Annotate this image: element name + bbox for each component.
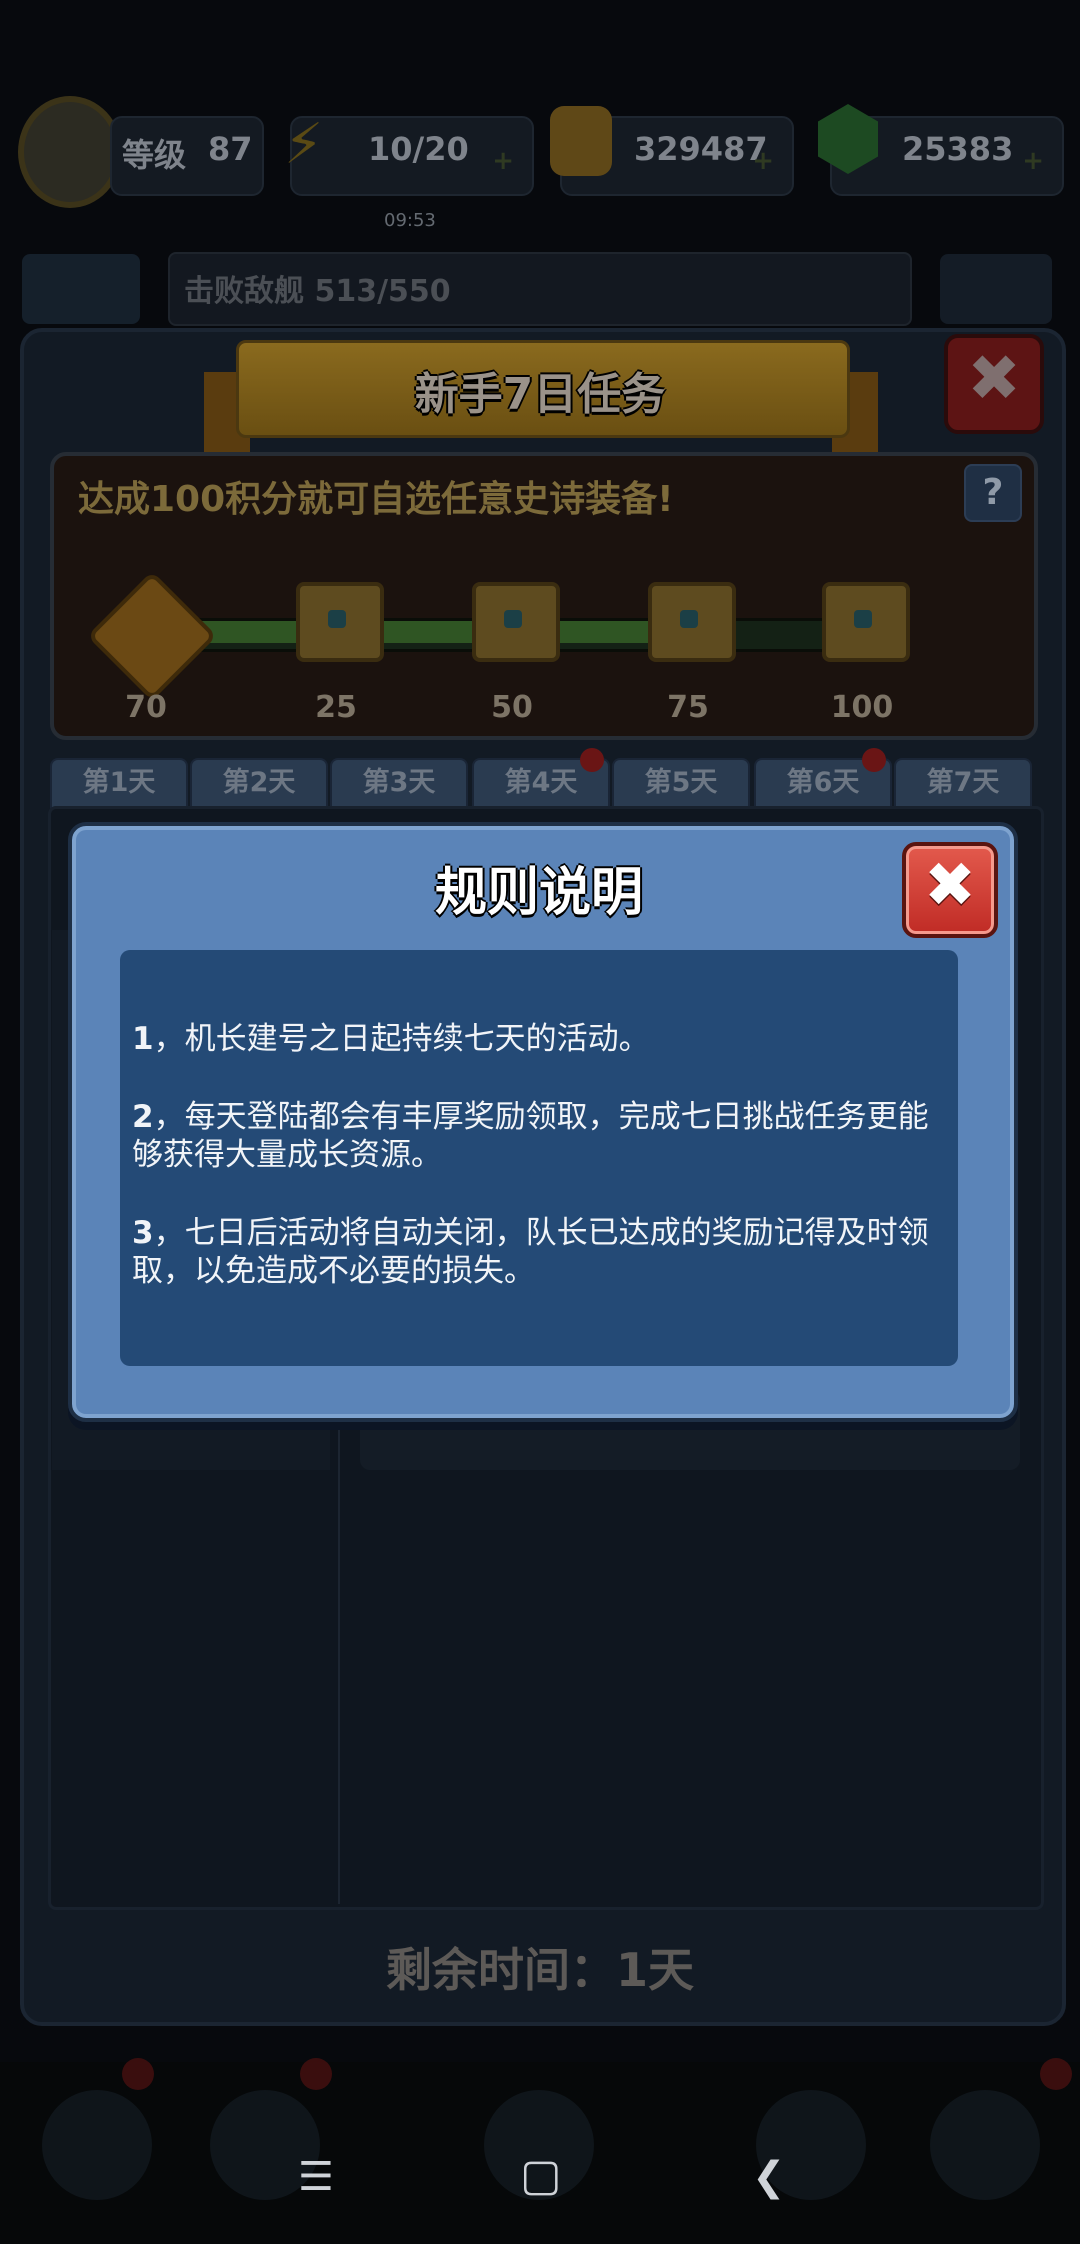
menu-nav-icon[interactable]: ☰ (298, 2154, 334, 2200)
rule-text: ，七日后活动将自动关闭，队长已达成的奖励记得及时领取，以免造成不必要的损失。 (132, 1215, 929, 1289)
rule-number: 2 (132, 1099, 154, 1135)
chest-icon[interactable] (472, 582, 560, 662)
milestone-label: 100 (830, 690, 894, 725)
progress-title: 达成100积分就可自选任意史诗装备! (78, 479, 674, 520)
dialog-title: 规则说明 (434, 863, 643, 923)
level-label: 等级 (122, 136, 187, 174)
tab-label: 第2天 (222, 767, 296, 798)
rule-number: 3 (132, 1215, 154, 1251)
rule-text: ，机长建号之日起持续七天的活动。 (153, 1021, 650, 1057)
panel-close-button[interactable]: ✖ (944, 334, 1044, 434)
tab-day-3[interactable]: 第3天 (330, 758, 468, 810)
kill-progress-text: 击败敌舰 513/550 (184, 274, 451, 309)
home-nav-icon[interactable]: ▢ (520, 2150, 562, 2201)
milestone-label: 25 (315, 690, 357, 725)
kill-progress-row: 击败敌舰 513/550 (0, 250, 1080, 330)
rule-item-3: 3，七日后活动将自动关闭，队长已达成的奖励记得及时领取，以免造成不必要的损失。 (132, 1214, 952, 1290)
points-progress-fill (193, 621, 679, 643)
gold-value: 329487 (634, 130, 768, 168)
gem-chip[interactable]: 25383 + (818, 104, 1064, 196)
tab-label: 第3天 (362, 767, 436, 798)
tab-day-2[interactable]: 第2天 (190, 758, 328, 810)
energy-value: 10/20 (368, 130, 469, 168)
chest-icon[interactable] (822, 582, 910, 662)
tab-day-1[interactable]: 第1天 (50, 758, 188, 810)
rule-number: 1 (132, 1021, 154, 1057)
dock-item-icon[interactable] (930, 2090, 1040, 2200)
rule-item-1: 1，机长建号之日起持续七天的活动。 (132, 1020, 952, 1058)
tab-label: 第5天 (644, 767, 718, 798)
kill-progress-bar: 击败敌舰 513/550 (168, 252, 912, 326)
current-points: 70 (125, 690, 167, 725)
lightning-icon: ⚡ (284, 112, 324, 177)
notification-badge (300, 2058, 332, 2090)
add-energy-icon[interactable]: + (492, 146, 514, 176)
tab-label: 第7天 (926, 767, 1000, 798)
milestone-label: 50 (491, 690, 533, 725)
tab-day-7[interactable]: 第7天 (894, 758, 1032, 810)
gold-coin-icon (550, 106, 612, 176)
add-gold-icon[interactable]: + (752, 146, 774, 176)
menu-icon[interactable] (940, 254, 1052, 324)
notification-badge (1040, 2058, 1072, 2090)
notification-badge (122, 2058, 154, 2090)
notification-badge (862, 748, 886, 772)
panel-title: 新手7日任务 (414, 369, 666, 420)
rule-item-2: 2，每天登陆都会有丰厚奖励领取，完成七日挑战任务更能够获得大量成长资源。 (132, 1098, 952, 1174)
notification-badge (580, 748, 604, 772)
help-button[interactable]: ? (964, 464, 1022, 522)
rank-badge-icon[interactable] (18, 96, 122, 208)
remaining-time: 剩余时间：1天 (385, 1943, 694, 1997)
chest-icon[interactable] (648, 582, 736, 662)
tab-label: 第1天 (82, 767, 156, 798)
top-status-bar: 等级 87 ⚡ 10/20 + 09:53 329487 + 25383 + (0, 80, 1080, 231)
gem-value: 25383 (902, 130, 1014, 168)
close-icon: ✖ (924, 848, 976, 921)
close-icon: ✖ (967, 342, 1021, 416)
mail-icon[interactable] (22, 254, 140, 324)
chest-icon[interactable] (296, 582, 384, 662)
level-value: 87 (208, 130, 253, 168)
add-gem-icon[interactable]: + (1022, 146, 1044, 176)
dock-item-icon[interactable] (42, 2090, 152, 2200)
dialog-close-button[interactable]: ✖ (902, 842, 998, 938)
gold-chip[interactable]: 329487 + (550, 106, 794, 196)
rule-text: ，每天登陆都会有丰厚奖励领取，完成七日挑战任务更能够获得大量成长资源。 (132, 1099, 929, 1173)
back-nav-icon[interactable]: ❮ (752, 2154, 786, 2200)
energy-chip[interactable]: ⚡ 10/20 + (284, 112, 534, 196)
energy-timer: 09:53 (384, 210, 436, 231)
level-chip: 等级 87 (110, 116, 264, 196)
milestone-label: 75 (667, 690, 709, 725)
gem-icon (818, 104, 878, 174)
question-icon: ? (982, 472, 1004, 513)
tab-day-5[interactable]: 第5天 (612, 758, 750, 810)
